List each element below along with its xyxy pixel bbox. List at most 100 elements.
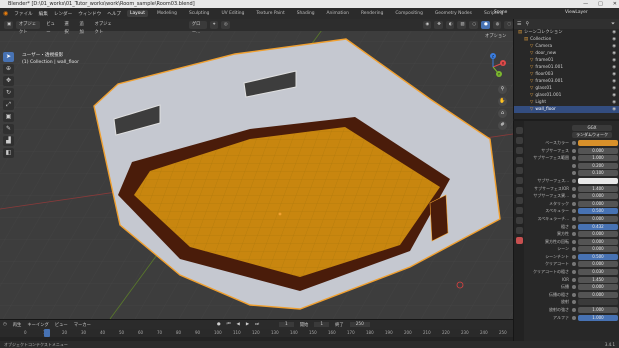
timeline-ruler[interactable]: 0102030405060708090100110120130140150160… xyxy=(0,329,513,337)
scale-tool-icon[interactable]: ⤢ xyxy=(3,100,14,110)
outliner-item[interactable]: ▽ Camera ◉ xyxy=(514,43,619,50)
socket-icon[interactable] xyxy=(572,232,576,237)
camera-view-icon[interactable]: ⌂ xyxy=(498,109,507,118)
visibility-eye-icon[interactable]: ◉ xyxy=(612,64,616,71)
visibility-eye-icon[interactable]: ◉ xyxy=(612,92,616,99)
socket-icon[interactable] xyxy=(572,308,576,313)
input-value-field[interactable]: 0.100 xyxy=(578,170,618,177)
tab-compositing[interactable]: Compositing xyxy=(392,10,426,17)
constraint-tab-icon[interactable] xyxy=(515,217,523,224)
outliner-item[interactable]: ▽ floor003 ◉ xyxy=(514,71,619,78)
input-value-field[interactable]: 0.030 xyxy=(578,269,618,276)
jump-start-icon[interactable]: ⏮ xyxy=(227,322,231,327)
snap-icon[interactable]: ⌖ xyxy=(209,21,218,29)
transform-tool-icon[interactable]: ▣ xyxy=(3,112,14,122)
input-value-field[interactable]: 0.000 xyxy=(578,231,618,238)
world-tab-icon[interactable] xyxy=(515,177,523,184)
options-dropdown[interactable]: オプション xyxy=(485,33,506,39)
visibility-eye-icon[interactable]: ◉ xyxy=(612,78,616,85)
mode-selector[interactable]: オブジェクト xyxy=(15,21,41,35)
socket-icon[interactable] xyxy=(572,292,576,297)
current-frame-field[interactable]: 1 xyxy=(279,322,294,327)
input-value-field[interactable]: 0.000 xyxy=(578,147,618,154)
visibility-eye-icon[interactable]: ◉ xyxy=(612,29,616,36)
tab-animation[interactable]: Animation xyxy=(324,10,352,17)
socket-icon[interactable] xyxy=(572,300,576,305)
outliner-item[interactable]: ▽ frame01.001 ◉ xyxy=(514,64,619,71)
visibility-eye-icon[interactable]: ◉ xyxy=(612,71,616,78)
input-value-field[interactable]: 0.500 xyxy=(578,253,618,260)
data-tab-icon[interactable] xyxy=(515,227,523,234)
render-tab-icon[interactable] xyxy=(515,137,523,144)
navigation-gizmo[interactable]: X Y Z xyxy=(478,52,508,82)
socket-icon[interactable] xyxy=(572,156,576,161)
marker-menu[interactable]: マーカー xyxy=(74,322,91,328)
input-value-field[interactable] xyxy=(578,299,618,306)
move-tool-icon[interactable]: ✥ xyxy=(3,76,14,86)
select-menu[interactable]: 選択 xyxy=(61,21,73,35)
add-menu[interactable]: 追加 xyxy=(76,21,88,35)
socket-icon[interactable] xyxy=(572,201,576,206)
measure-tool-icon[interactable]: ▟ xyxy=(3,136,14,146)
input-value-field[interactable] xyxy=(578,139,618,146)
playback-menu[interactable]: 再生 xyxy=(13,322,22,328)
select-tool-icon[interactable]: ➤ xyxy=(3,52,14,62)
socket-icon[interactable] xyxy=(572,178,576,183)
object-tab-icon[interactable] xyxy=(515,187,523,194)
keying-menu[interactable]: キーイング xyxy=(27,322,48,328)
maximize-button[interactable]: □ xyxy=(598,0,603,8)
modifier-tab-icon[interactable] xyxy=(515,197,523,204)
input-value-field[interactable]: 0.000 xyxy=(578,284,618,291)
input-value-field[interactable]: 0.000 xyxy=(578,291,618,298)
socket-icon[interactable] xyxy=(572,254,576,259)
socket-icon[interactable] xyxy=(572,262,576,267)
visibility-eye-icon[interactable]: ◉ xyxy=(612,85,616,92)
outliner-item[interactable]: ▤ Collection ◉ xyxy=(514,36,619,43)
outliner-item[interactable]: ▽ glass01.001 ◉ xyxy=(514,92,619,99)
zoom-icon[interactable]: ⚲ xyxy=(498,85,507,94)
socket-icon[interactable] xyxy=(572,270,576,275)
record-button-icon[interactable]: ● xyxy=(217,322,221,327)
input-value-field[interactable]: 1.450 xyxy=(578,276,618,283)
menu-file[interactable]: ファイル xyxy=(14,11,32,17)
outliner-item[interactable]: ▽ wall_floor ◉ xyxy=(514,106,619,113)
socket-icon[interactable] xyxy=(572,247,576,252)
socket-icon[interactable] xyxy=(572,285,576,290)
input-value-field[interactable]: 0.000 xyxy=(578,261,618,268)
tab-modeling[interactable]: Modeling xyxy=(154,10,180,17)
shading-wire-icon[interactable]: ○ xyxy=(469,21,478,29)
tab-geometry-nodes[interactable]: Geometry Nodes xyxy=(432,10,475,17)
socket-icon[interactable] xyxy=(572,194,576,199)
socket-icon[interactable] xyxy=(572,140,576,145)
tool-tab-icon[interactable] xyxy=(515,127,523,134)
physics-tab-icon[interactable] xyxy=(515,207,523,214)
input-value-field[interactable]: 1.000 xyxy=(578,155,618,162)
jump-end-icon[interactable]: ⏭ xyxy=(255,322,259,327)
input-value-field[interactable]: 0.432 xyxy=(578,223,618,230)
shading-material-icon[interactable]: ◍ xyxy=(492,21,502,29)
outliner-item[interactable]: ▤ シーンコレクション ◉ xyxy=(514,29,619,36)
outliner-editor-icon[interactable]: ☰ xyxy=(517,21,521,27)
add-cube-tool-icon[interactable]: ◧ xyxy=(3,148,14,158)
socket-icon[interactable] xyxy=(572,216,576,221)
tab-sculpting[interactable]: Sculpting xyxy=(186,10,213,17)
input-value-field[interactable]: 0.000 xyxy=(578,238,618,245)
tab-layout[interactable]: Layout xyxy=(127,10,148,17)
input-value-field[interactable]: 0.000 xyxy=(578,200,618,207)
view-layer-tab-icon[interactable] xyxy=(515,157,523,164)
menu-render[interactable]: レンダー xyxy=(54,11,72,17)
tab-shading[interactable]: Shading xyxy=(294,10,318,17)
scene-selector[interactable]: Scene xyxy=(494,10,507,15)
subsurface-method-dropdown[interactable]: ランダムウォーク xyxy=(572,132,612,139)
visibility-eye-icon[interactable]: ◉ xyxy=(612,50,616,57)
distribution-dropdown[interactable]: GGX xyxy=(572,124,612,131)
shading-rendered-icon[interactable]: ◌ xyxy=(504,21,513,29)
play-icon[interactable]: ▶ xyxy=(246,322,249,327)
overlay-toggle-icon[interactable]: ◐ xyxy=(445,21,455,29)
outliner-filter-icon[interactable]: ⏷ xyxy=(611,21,615,27)
input-value-field[interactable]: 1.000 xyxy=(578,314,618,321)
menu-edit[interactable]: 編集 xyxy=(39,11,48,17)
outliner-item[interactable]: ▽ frame03.001 ◉ xyxy=(514,78,619,85)
visibility-eye-icon[interactable]: ◉ xyxy=(612,99,616,106)
input-value-field[interactable] xyxy=(578,177,618,184)
